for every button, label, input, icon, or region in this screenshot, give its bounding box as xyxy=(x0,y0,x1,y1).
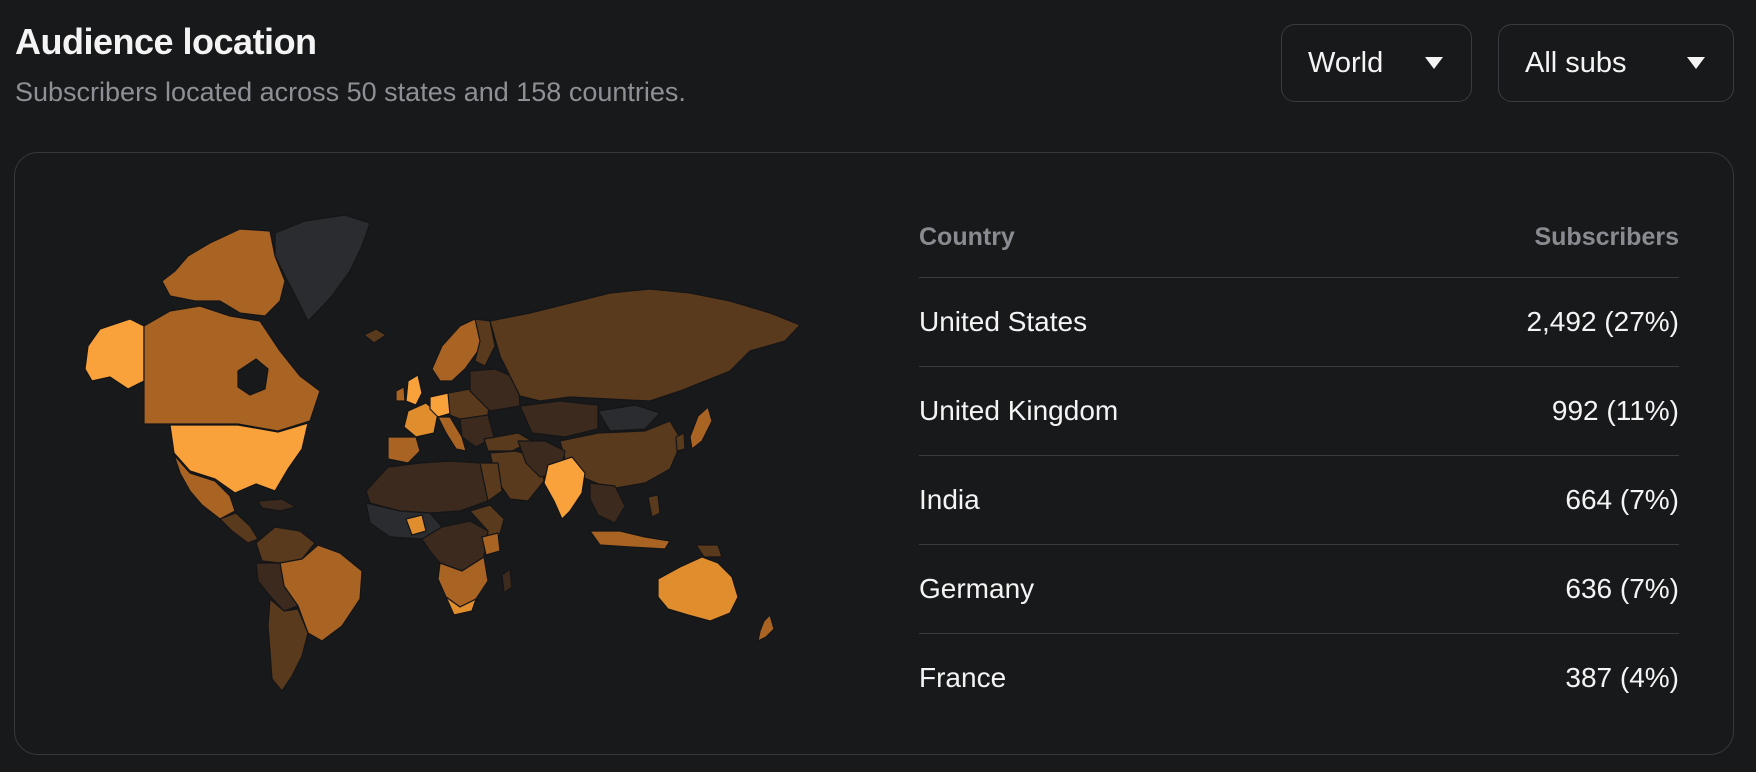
map-caribbean[interactable] xyxy=(257,498,297,512)
map-new-zealand[interactable] xyxy=(757,614,775,642)
region-dropdown[interactable]: World xyxy=(1281,24,1472,102)
map-canada-arctic[interactable] xyxy=(161,228,286,317)
map-india[interactable] xyxy=(543,456,586,520)
table-row[interactable]: United States 2,492 (27%) xyxy=(919,278,1679,367)
subscriber-count: 2,492 (27%) xyxy=(1526,306,1679,337)
map-southeast-asia[interactable] xyxy=(589,482,626,524)
country-name: India xyxy=(919,484,980,515)
map-central-america[interactable] xyxy=(219,512,259,544)
country-name: United States xyxy=(919,306,1088,337)
map-iberia[interactable] xyxy=(387,436,421,464)
table-header: Country Subscribers xyxy=(919,197,1679,278)
caret-down-icon xyxy=(1687,57,1705,69)
page-title: Audience location xyxy=(15,21,317,62)
subscriber-count: 992 (11%) xyxy=(1551,395,1679,426)
map-mongolia[interactable] xyxy=(597,404,661,432)
map-alaska[interactable] xyxy=(84,318,145,390)
audience-location-card: Country Subscribers United States 2,492 … xyxy=(14,152,1734,755)
map-uk[interactable] xyxy=(405,374,423,406)
subscriber-count: 636 (7%) xyxy=(1565,573,1679,604)
map-north-africa[interactable] xyxy=(365,460,493,514)
table-row[interactable]: United Kingdom 992 (11%) xyxy=(919,367,1679,456)
map-korea[interactable] xyxy=(675,432,686,452)
map-kenya[interactable] xyxy=(481,532,501,556)
column-header-subscribers[interactable]: Subscribers xyxy=(1534,223,1679,252)
audience-dropdown-label: All subs xyxy=(1525,46,1627,79)
map-ireland[interactable] xyxy=(395,386,406,402)
map-japan[interactable] xyxy=(689,406,713,450)
page-subtitle: Subscribers located across 50 states and… xyxy=(15,77,686,107)
region-dropdown-label: World xyxy=(1308,46,1384,79)
country-table: Country Subscribers United States 2,492 … xyxy=(919,197,1679,722)
column-header-country[interactable]: Country xyxy=(919,223,1015,252)
map-greenland[interactable] xyxy=(274,214,371,322)
map-png[interactable] xyxy=(695,544,723,558)
table-row[interactable]: India 664 (7%) xyxy=(919,456,1679,545)
subscriber-count: 387 (4%) xyxy=(1565,662,1679,693)
map-philippines[interactable] xyxy=(647,494,661,518)
map-indonesia[interactable] xyxy=(589,530,671,550)
world-map[interactable] xyxy=(70,201,850,696)
map-madagascar[interactable] xyxy=(501,568,513,594)
audience-dropdown[interactable]: All subs xyxy=(1498,24,1734,102)
map-canada[interactable] xyxy=(143,305,321,432)
map-iceland[interactable] xyxy=(363,328,387,344)
country-name: United Kingdom xyxy=(919,395,1119,426)
caret-down-icon xyxy=(1425,57,1443,69)
map-russia[interactable] xyxy=(489,288,801,402)
table-row[interactable]: France 387 (4%) xyxy=(919,634,1679,722)
map-australia[interactable] xyxy=(657,556,739,622)
country-name: Germany xyxy=(919,573,1035,604)
section-header: Audience location Subscribers located ac… xyxy=(15,18,686,108)
country-name: France xyxy=(919,662,1007,693)
subscriber-count: 664 (7%) xyxy=(1565,484,1679,515)
table-row[interactable]: Germany 636 (7%) xyxy=(919,545,1679,634)
map-kazakhstan[interactable] xyxy=(519,400,599,438)
